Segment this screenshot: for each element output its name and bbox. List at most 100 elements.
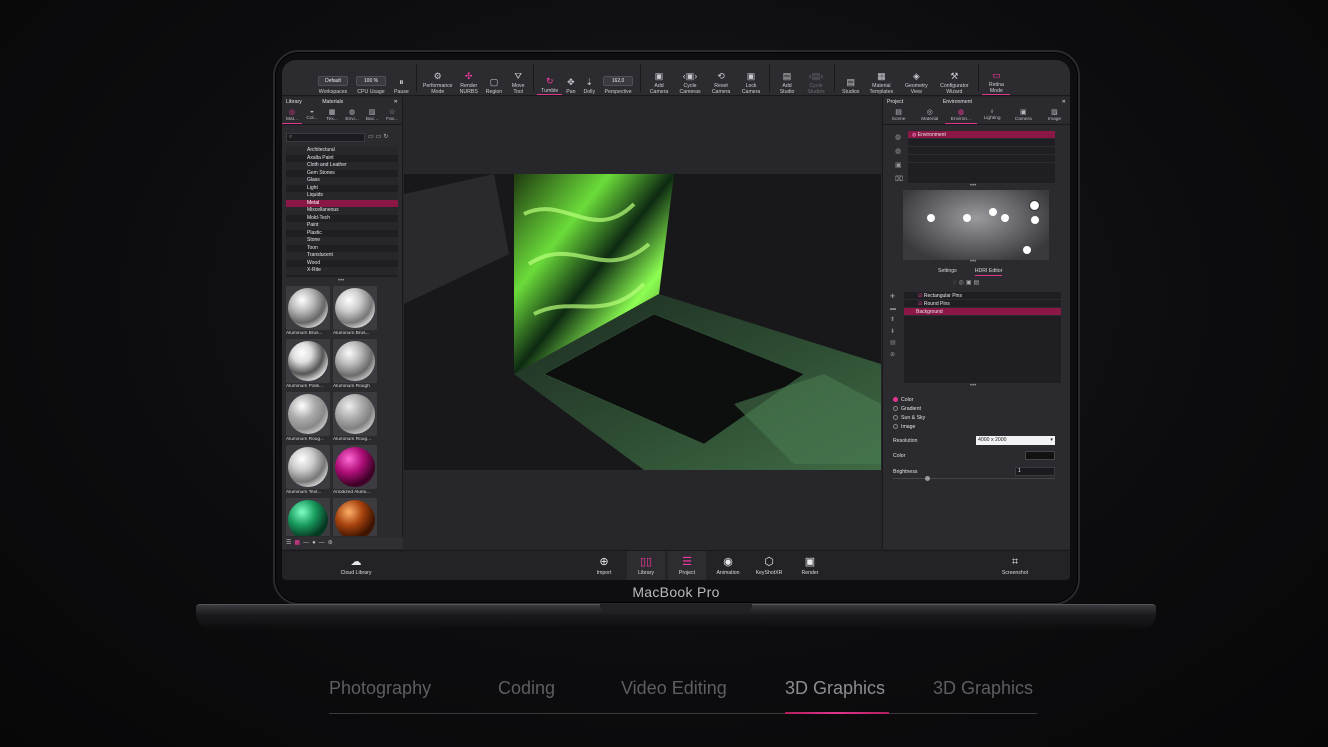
resize-handle-icon[interactable]: ••• [970,183,976,189]
material-thumb[interactable]: Aluminum Rough [333,339,377,391]
copy-icon[interactable]: ▣ [966,280,974,286]
folder-add-icon[interactable]: ▭ [368,134,376,140]
hdri-pin[interactable] [989,208,997,216]
material-thumb[interactable]: Anodized Alumi... [333,445,377,497]
resize-handle-icon[interactable]: ••• [338,278,344,284]
material-thumb[interactable] [286,498,330,536]
keyshotxr-button[interactable]: ⬡ KeyShotXR [750,551,788,580]
render-viewport[interactable] [404,97,881,549]
radio-color[interactable]: Color [893,395,925,404]
list-item[interactable]: ☑ Rectangular Pins [904,292,1061,300]
tab-coding[interactable]: Coding [498,678,555,699]
copy-icon[interactable]: ▣ [895,159,903,173]
zoom-slider[interactable]: —●— [303,540,328,546]
hdri-pin[interactable] [1029,200,1040,211]
perspective-field[interactable]: 162,0 [603,76,634,86]
resolution-select[interactable]: 4000 x 2000 ▾ [976,436,1055,445]
toolbar-retina-mode[interactable]: ▭ Retina Mode [982,61,1011,95]
tab-3d-graphics[interactable]: 3D Graphics [785,678,885,699]
toolbar-dolly[interactable]: ⇣ Dolly [580,61,600,95]
toolbar-region[interactable]: ▢ Region [482,61,506,95]
subtab-material[interactable]: ◎ Material [914,106,945,124]
list-item[interactable]: Light [286,185,398,193]
toolbar-lock-camera[interactable]: ▣ Lock Camera [736,61,766,95]
toolbar-reset-camera[interactable]: ⟲ Reset Camera [706,61,736,95]
toolbar-tumble[interactable]: ↻ Tumble [537,61,563,95]
close-icon[interactable]: ✕ [1062,99,1066,105]
material-thumb[interactable]: Aluminum Polis... [286,339,330,391]
resize-handle-icon[interactable]: ••• [970,383,976,389]
list-item[interactable]: Wood [286,260,398,268]
subtab-backplates[interactable]: ▨ Bac... [362,106,382,124]
down-icon[interactable]: ⬇ [890,327,896,339]
screenshot-button[interactable]: ⌗ Screenshot [996,551,1034,580]
folder-actions[interactable]: ▭▭↻ [368,133,390,140]
brightness-slider-track[interactable] [893,476,1055,481]
list-item[interactable]: ☑ Round Pins [904,300,1061,308]
subtab-materials[interactable]: ◎ Mat... [282,106,302,124]
material-thumb[interactable]: Aluminum Brus... [286,286,330,338]
toolbar-geometry-view[interactable]: ◈ Geometry View [899,61,933,95]
list-item[interactable]: Axalta Paint [286,155,398,163]
brightness-slider-handle[interactable] [925,476,930,481]
list-item[interactable]: Glass [286,177,398,185]
toolbar-material-templates[interactable]: ▦ Material Templates [863,61,899,95]
list-item[interactable]: Gem Stones [286,170,398,178]
material-thumb[interactable]: Aluminum Roug... [286,392,330,444]
tab-video-editing[interactable]: Video Editing [621,678,727,699]
list-item[interactable]: Translucent [286,252,398,260]
list-item-selected[interactable]: ◍ Environment [908,131,1055,139]
toolbar-cycle-cameras[interactable]: ‹▣› Cycle Cameras [674,61,706,95]
toolbar-add-studio[interactable]: ▤ Add Studio [773,61,801,95]
list-item[interactable]: X-Rite [286,267,398,275]
animation-button[interactable]: ◉ Animation [709,551,747,580]
render-icon[interactable]: ⊛ [328,540,336,546]
tab-3d-graphics-2[interactable]: 3D Graphics [933,678,1033,699]
workspace-select[interactable]: Default [318,76,348,86]
hdri-pin[interactable] [1001,214,1009,222]
hdri-pin[interactable] [1031,216,1039,224]
material-thumb[interactable]: Aluminum Brus... [333,286,377,338]
material-thumb[interactable] [333,498,377,536]
checkbox-icon[interactable]: ☑ [918,301,922,307]
cloud-library-button[interactable]: ☁ Cloud Library [336,551,376,580]
tab-hdri-editor[interactable]: HDRI Editor [974,268,1003,276]
list-item[interactable]: Miscellaneous [286,207,398,215]
list-item[interactable]: Toon [286,245,398,253]
tab-environment[interactable]: Environment [943,99,972,105]
subtab-colors[interactable]: ◒ Col... [302,106,322,124]
hdri-pin[interactable] [1023,246,1031,254]
list-item[interactable]: Stone [286,237,398,245]
subtab-scene[interactable]: ▤ Scene [883,106,914,124]
remove-icon[interactable]: ▬ [890,304,896,316]
project-button[interactable]: ☰ Project [668,551,706,580]
toolbar-studios[interactable]: ▤ Studios [838,61,863,95]
radio-gradient[interactable]: Gradient [893,404,925,413]
list-item[interactable]: Paint [286,222,398,230]
render-button[interactable]: ▣ Render [791,551,829,580]
subtab-environment[interactable]: ◍ Environ... [945,106,977,124]
toolbar-workspaces[interactable]: Default Workspaces [314,61,352,95]
subtab-camera[interactable]: ▣ Camera [1008,106,1039,124]
folder-icon[interactable]: ▤ [974,280,982,286]
list-item[interactable]: Plastic [286,230,398,238]
list-item-selected[interactable]: Background [904,308,1061,316]
material-thumb[interactable]: Aluminum Text... [286,445,330,497]
grid-view-icon[interactable]: ▦ [294,540,303,546]
color-swatch[interactable] [1025,451,1055,460]
checkbox-icon[interactable]: ☑ [918,293,922,299]
hdri-pin[interactable] [963,214,971,222]
toolbar-performance-mode[interactable]: ⚙ Performance Mode [420,61,456,95]
tab-materials[interactable]: Materials [322,99,343,105]
close-icon[interactable]: ✕ [394,99,398,105]
hdri-preview[interactable] [903,190,1049,260]
library-button[interactable]: ▯▯ Library [627,551,665,580]
refresh-icon[interactable]: ↻ [383,134,390,140]
toolbar-pause[interactable]: ⏸ Pause [390,61,413,95]
folder-icon[interactable]: ▤ [890,338,896,350]
subtab-textures[interactable]: ▦ Tex... [322,106,342,124]
toolbar-cpu-usage[interactable]: 100 % CPU Usage [352,61,390,95]
toolbar-render-nurbs[interactable]: ✣ Render NURBS [456,61,482,95]
subtab-favorites[interactable]: ☆ Fav... [382,106,402,124]
resize-handle-icon[interactable]: ••• [970,259,976,265]
